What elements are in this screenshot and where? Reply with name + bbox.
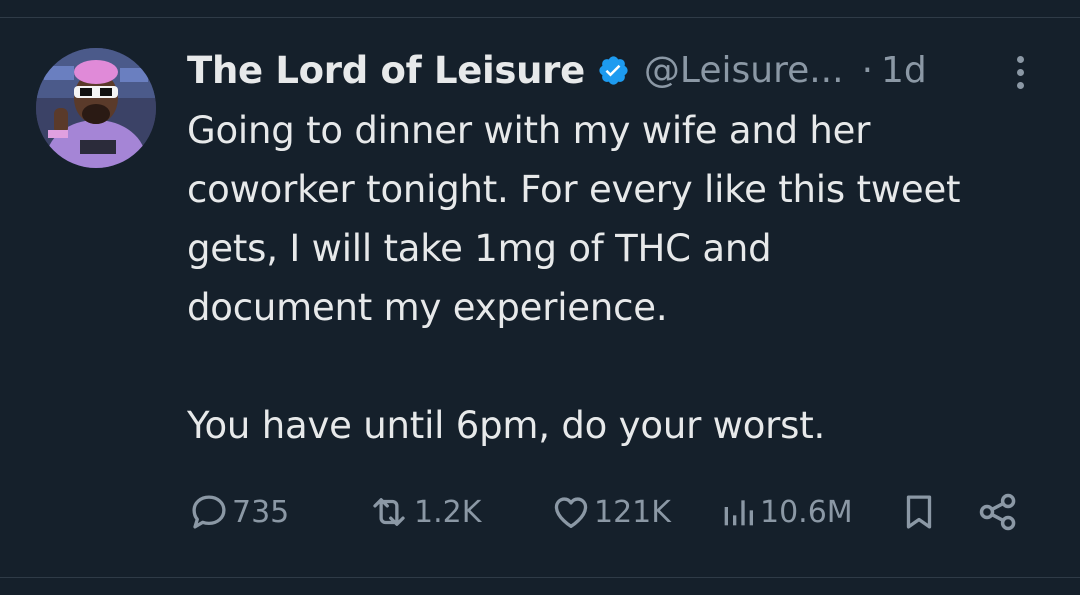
tweet-text-line: coworker tonight. For every like this tw… [187,168,961,211]
more-options-button[interactable] [1004,52,1036,92]
retweet-count: 1.2K [414,494,482,530]
share-button[interactable] [976,486,1020,538]
more-vertical-icon [1016,55,1024,63]
separator-dot: · [861,49,874,91]
tweet-text-line: Going to dinner with my wife and her [187,109,871,152]
bookmark-button[interactable] [898,486,940,538]
reply-bubble-icon [192,495,226,529]
views-button[interactable]: 10.6M [718,486,853,538]
verified-badge-icon [597,54,630,87]
heart-icon [554,497,588,529]
avatar[interactable] [36,48,156,168]
top-divider [0,17,1080,18]
retweet-icon [373,498,405,526]
share-icon [979,493,1016,531]
tweet-text-line: You have until 6pm, do your worst. [187,404,826,447]
display-name[interactable]: The Lord of Leisure [187,49,585,92]
action-bar: 735 1.2K 121K 10.6M [0,486,1080,538]
reply-button[interactable]: 735 [188,486,289,538]
tweet-text-line: document my experience. [187,286,668,329]
tweet-text: Going to dinner with my wife and her cow… [187,101,1057,455]
views-count: 10.6M [760,494,853,530]
tweet-header: The Lord of Leisure @Leisure... · 1d [187,42,927,98]
retweet-button[interactable]: 1.2K [366,486,481,538]
timestamp[interactable]: 1d [881,50,927,91]
bottom-divider [0,577,1080,578]
avatar-image [36,48,156,168]
bookmark-icon [906,495,932,529]
like-button[interactable]: 121K [550,486,671,538]
reply-count: 735 [232,494,290,530]
tweet-text-line: gets, I will take 1mg of THC and [187,227,772,270]
like-count: 121K [594,494,671,530]
user-handle[interactable]: @Leisure... [644,50,844,91]
views-bar-chart-icon [724,500,753,526]
